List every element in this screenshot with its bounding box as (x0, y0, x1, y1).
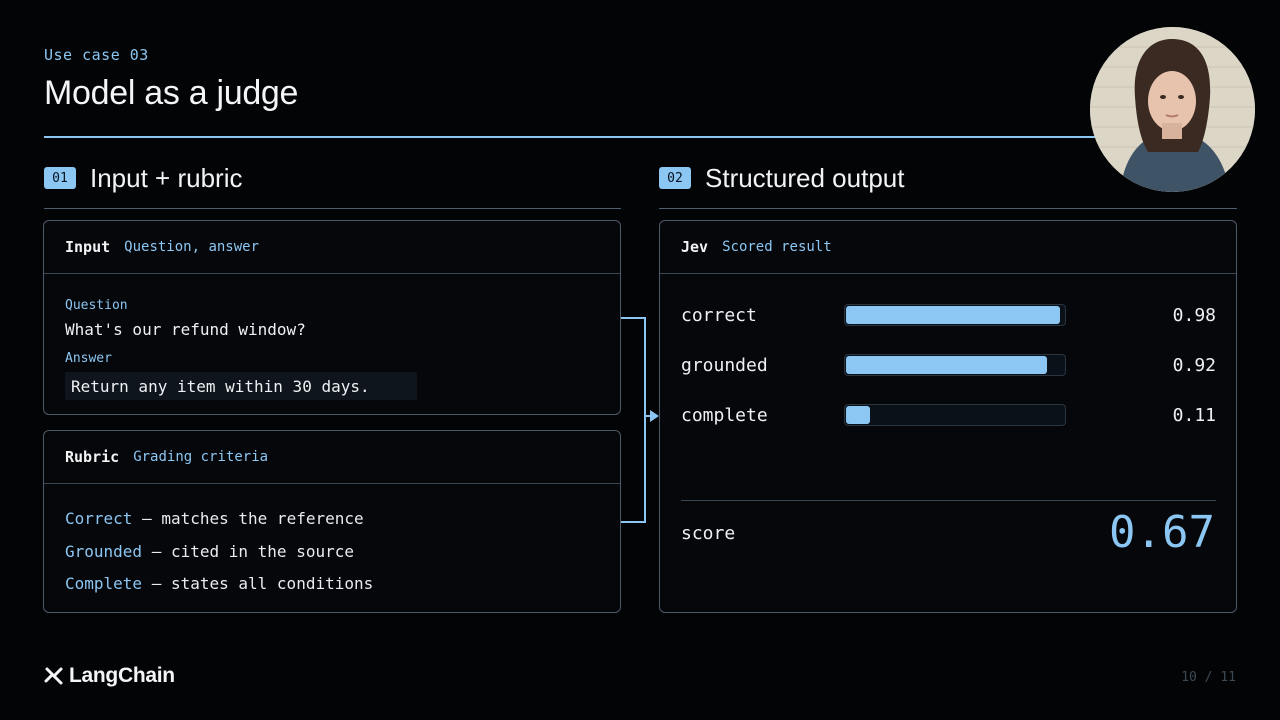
metric-value: 0.98 (1172, 304, 1216, 326)
metric-name: complete (681, 404, 768, 426)
right-section-header: 02 Structured output (659, 162, 904, 194)
criterion-grounded: Grounded – cited in the source (65, 542, 354, 561)
left-section-divider (44, 208, 621, 209)
metric-value: 0.92 (1172, 354, 1216, 376)
input-card-heading: Input (65, 238, 111, 256)
answer-label: Answer (65, 351, 112, 366)
question-label: Question (65, 298, 128, 313)
metric-name: grounded (681, 354, 768, 376)
question-value: What's our refund window? (65, 320, 306, 339)
presenter-image (1090, 27, 1255, 192)
section-title: Structured output (705, 162, 905, 193)
criterion-correct: Correct – matches the reference (65, 509, 364, 528)
section-badge: 01 (44, 167, 76, 189)
criterion-text: – matches the reference (132, 509, 364, 528)
brand-logo: LangChain (43, 664, 175, 688)
section-title: Input + rubric (90, 162, 243, 193)
page-indicator: 10 / 11 (1181, 670, 1236, 685)
metric-bar-fill (846, 406, 870, 424)
input-card-subheading: Question, answer (124, 239, 260, 255)
rubric-card-header: Rubric Grading criteria (44, 431, 620, 484)
output-card-subheading: Scored result (722, 239, 832, 255)
criterion-text: – states all conditions (142, 574, 374, 593)
score-value: 0.67 (1109, 507, 1215, 558)
score-label: score (681, 523, 736, 544)
criterion-text: – cited in the source (142, 542, 354, 561)
langchain-logo-icon (44, 667, 63, 685)
metric-row-grounded: grounded 0.92 (681, 351, 1216, 379)
metric-name: correct (681, 304, 757, 326)
metric-row-complete: complete 0.11 (681, 401, 1216, 429)
right-section-divider (659, 208, 1237, 209)
logo-text: LangChain (69, 664, 175, 687)
criterion-keyword: Complete (65, 574, 143, 593)
rubric-card: Rubric Grading criteria Correct – matche… (43, 430, 621, 613)
presenter-video (1090, 27, 1255, 192)
metric-bar-track (844, 304, 1066, 326)
connector-arrow (621, 317, 659, 523)
eyebrow: Use case 03 (44, 46, 149, 64)
output-card-header: Jev Scored result (660, 221, 1236, 274)
page-title: Model as a judge (44, 74, 299, 112)
title-divider (44, 136, 1194, 138)
metric-row-correct: correct 0.98 (681, 301, 1216, 329)
input-card-header: Input Question, answer (44, 221, 620, 274)
output-card-heading: Jev (681, 238, 709, 256)
metric-value: 0.11 (1172, 404, 1216, 426)
metric-bar-fill (846, 306, 1060, 324)
output-card: Jev Scored result correct 0.98 grounded … (659, 220, 1237, 613)
section-badge: 02 (659, 167, 691, 189)
left-section-header: 01 Input + rubric (44, 162, 242, 194)
rubric-card-subheading: Grading criteria (133, 449, 269, 465)
input-card: Input Question, answer Question What's o… (43, 220, 621, 415)
criterion-keyword: Grounded (65, 542, 143, 561)
rubric-card-heading: Rubric (65, 448, 120, 466)
criterion-complete: Complete – states all conditions (65, 574, 373, 593)
metric-bar-fill (846, 356, 1047, 374)
answer-value: Return any item within 30 days. (65, 372, 417, 400)
score-divider (681, 500, 1216, 501)
criterion-keyword: Correct (65, 509, 133, 528)
metric-bar-track (844, 354, 1066, 376)
metric-bar-track (844, 404, 1066, 426)
